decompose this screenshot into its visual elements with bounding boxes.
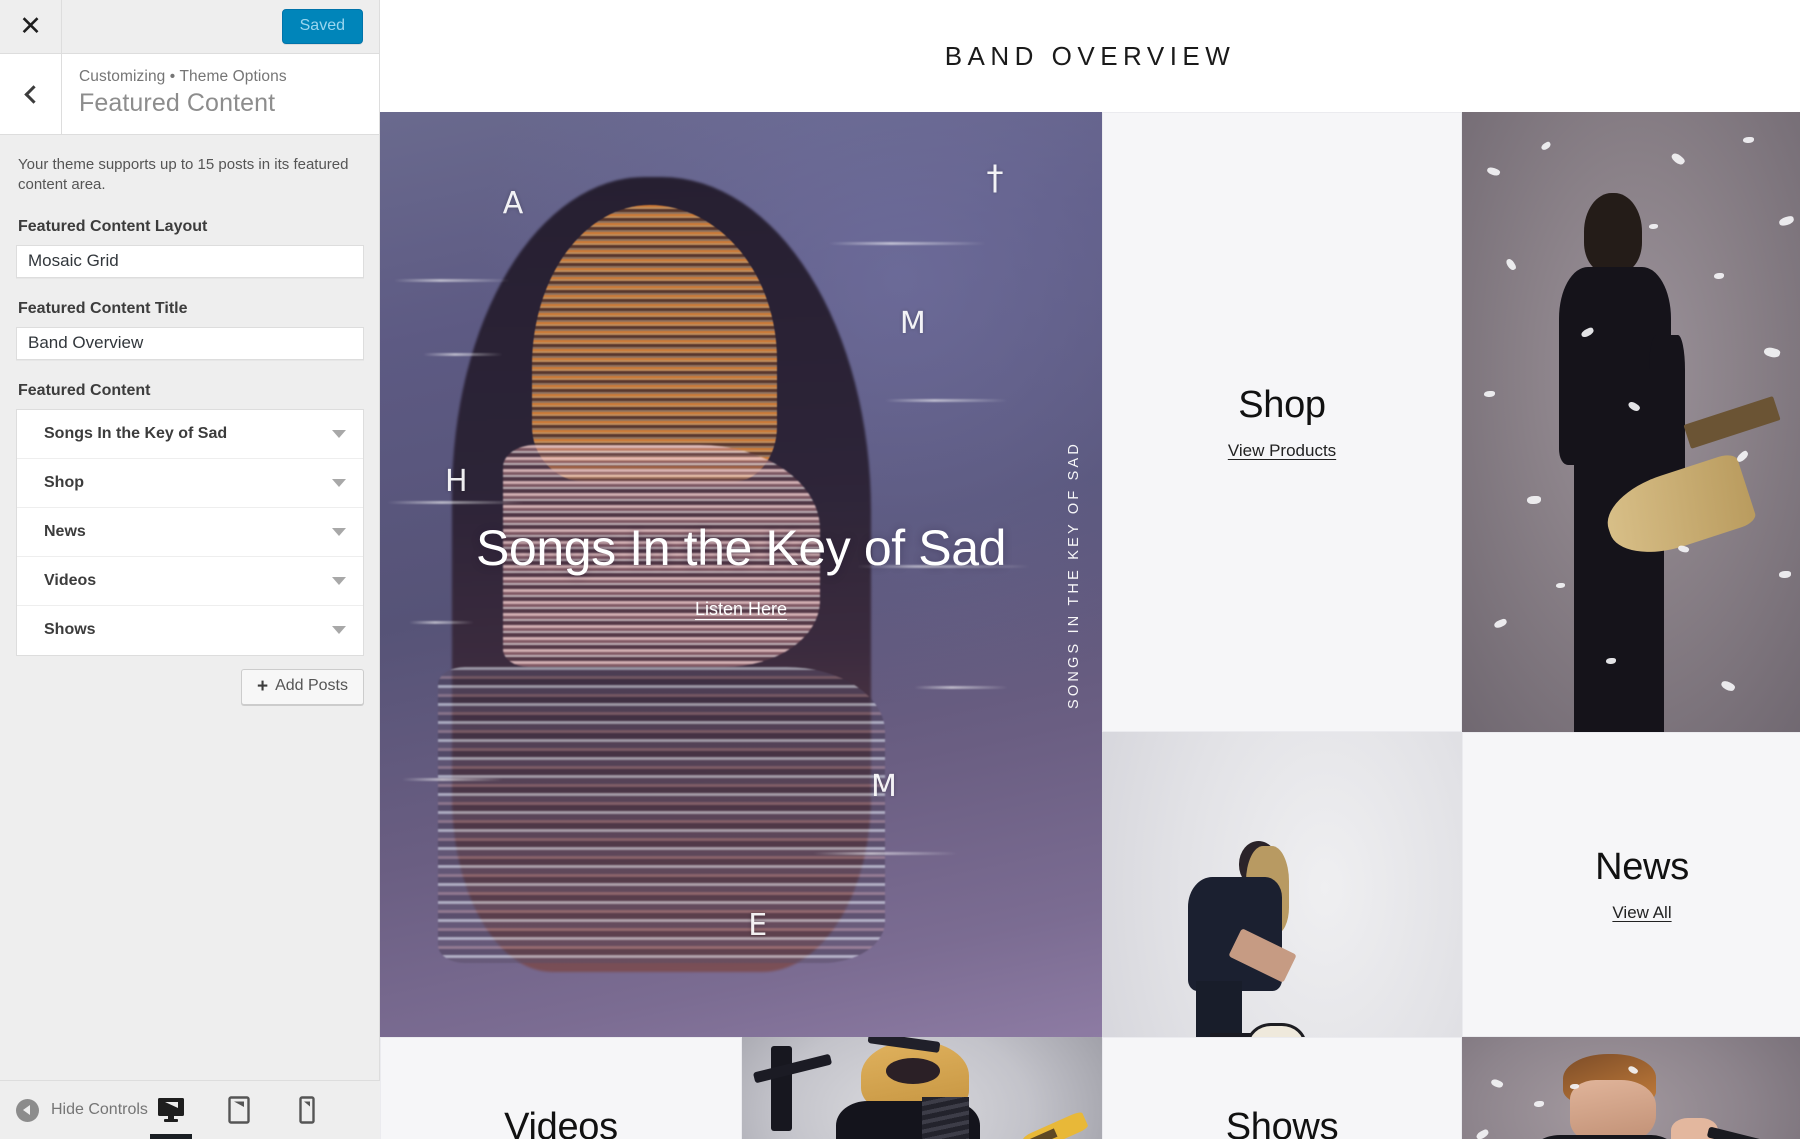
glyph-m-lower: М	[870, 768, 898, 804]
sidebar-topbar: ✕ Saved	[0, 0, 379, 54]
breadcrumb: Customizing • Theme Options	[79, 68, 287, 85]
back-button[interactable]	[0, 54, 62, 134]
site-header: BAND OVERVIEW	[380, 0, 1800, 112]
featured-content-mosaic: A † М Н М E Songs In the Key of Sad List…	[380, 112, 1800, 1139]
sidebar-panel-header: Customizing • Theme Options Featured Con…	[0, 54, 379, 135]
chevron-left-icon	[23, 84, 43, 104]
shows-tile[interactable]: Shows View Dates	[1102, 1037, 1462, 1139]
hero-artwork: A † М Н М E Songs In the Key of Sad List…	[380, 112, 1102, 1037]
mosaic-bottom-row: Videos Watch Now	[380, 1037, 1800, 1139]
page-title: Featured Content	[79, 89, 276, 117]
list-item-label: Videos	[44, 571, 97, 589]
site-title: BAND OVERVIEW	[944, 40, 1236, 71]
layout-select[interactable]	[16, 244, 364, 278]
desktop-preview-button[interactable]	[150, 1081, 192, 1139]
list-item-label: News	[44, 522, 86, 540]
glyph-cross: †	[986, 158, 1005, 199]
chevron-down-icon[interactable]	[332, 576, 346, 585]
hero-vertical-text: SONGS IN THE KEY OF SAD	[1066, 440, 1082, 709]
hero-content: Songs In the Key of Sad Listen Here	[380, 519, 1102, 620]
shop-tile-content: Shop View Products	[1102, 112, 1462, 732]
chevron-down-icon[interactable]	[332, 478, 346, 487]
tablet-preview-button[interactable]	[218, 1081, 260, 1139]
list-item-label: Shop	[44, 473, 84, 491]
list-item[interactable]: Songs In the Key of Sad	[17, 410, 363, 459]
featured-content-label: Featured Content	[18, 381, 151, 399]
device-preview-group	[150, 1081, 380, 1139]
mobile-icon	[299, 1096, 315, 1124]
glitch-body-streaks	[437, 667, 886, 963]
tile-link[interactable]: View Products	[1228, 441, 1336, 461]
list-item[interactable]: Shop	[17, 459, 363, 508]
shows-tile-content: Shows View Dates	[1102, 1037, 1462, 1139]
chevron-down-icon[interactable]	[332, 527, 346, 536]
tile-link[interactable]: View All	[1612, 903, 1671, 923]
tile-heading: Shows	[1225, 1105, 1339, 1139]
layout-field-label: Featured Content Layout	[18, 217, 208, 235]
list-item-label: Songs In the Key of Sad	[44, 424, 228, 442]
site-preview: BAND OVERVIEW A † М Н М E Songs In the K…	[380, 0, 1800, 1139]
panel-heading-text: Customizing • Theme Options Featured Con…	[62, 54, 379, 134]
hide-controls-button[interactable]: Hide Controls	[0, 1098, 148, 1122]
list-item[interactable]: News	[17, 508, 363, 557]
add-posts-label: Add Posts	[275, 677, 348, 695]
featured-content-list: Songs In the Key of Sad Shop News Videos…	[16, 408, 364, 656]
news-tile-content: News View All	[1462, 732, 1800, 1037]
title-field-label: Featured Content Title	[18, 299, 188, 317]
list-item-label: Shows	[44, 621, 96, 639]
singer-microphone-photo[interactable]	[1462, 1037, 1800, 1139]
topbar-actions: Saved	[62, 0, 379, 53]
guitarist-feathers-photo[interactable]	[1462, 112, 1800, 732]
collapse-arrow-icon	[16, 1098, 39, 1122]
list-item[interactable]: Videos	[17, 557, 363, 606]
mobile-preview-button[interactable]	[286, 1081, 328, 1139]
close-icon: ✕	[19, 11, 42, 41]
glyph-m-upper: М	[899, 306, 927, 342]
tile-heading: News	[1595, 846, 1689, 888]
tile-heading: Shop	[1238, 383, 1326, 426]
list-item[interactable]: Shows	[17, 606, 363, 655]
guitarist-blonde-photo[interactable]	[742, 1037, 1102, 1139]
add-posts-row: + Add Posts	[16, 668, 364, 705]
save-button[interactable]: Saved	[281, 9, 363, 44]
customizer-app: ✕ Saved Customizing • Theme Options Feat…	[0, 0, 1800, 1139]
chevron-down-icon[interactable]	[332, 626, 346, 635]
glyph-e: E	[748, 907, 769, 943]
videos-tile[interactable]: Videos Watch Now	[380, 1037, 742, 1139]
close-customizer-button[interactable]: ✕	[0, 0, 62, 53]
plus-icon: +	[256, 675, 269, 697]
tablet-icon	[228, 1096, 250, 1124]
add-posts-button[interactable]: + Add Posts	[240, 668, 364, 705]
news-tile[interactable]: News View All	[1462, 732, 1800, 1037]
desktop-icon	[158, 1098, 184, 1122]
customizer-sidebar: ✕ Saved Customizing • Theme Options Feat…	[0, 0, 380, 1139]
featured-title-input[interactable]	[16, 326, 364, 360]
hero-tile[interactable]: A † М Н М E Songs In the Key of Sad List…	[380, 112, 1102, 1037]
hero-title: Songs In the Key of Sad	[475, 520, 1007, 576]
glyph-a: A	[502, 186, 525, 221]
sidebar-footer: Hide Controls	[0, 1080, 380, 1139]
hide-controls-label: Hide Controls	[51, 1101, 148, 1118]
glyph-h: Н	[444, 463, 469, 499]
sidebar-controls: Your theme supports up to 15 posts in it…	[0, 135, 379, 705]
tile-heading: Videos	[504, 1105, 618, 1139]
help-text: Your theme supports up to 15 posts in it…	[18, 156, 349, 194]
videos-tile-content: Videos Watch Now	[380, 1037, 742, 1139]
hero-link[interactable]: Listen Here	[695, 599, 787, 620]
shop-tile[interactable]: Shop View Products	[1102, 112, 1462, 732]
chevron-down-icon[interactable]	[332, 429, 346, 438]
